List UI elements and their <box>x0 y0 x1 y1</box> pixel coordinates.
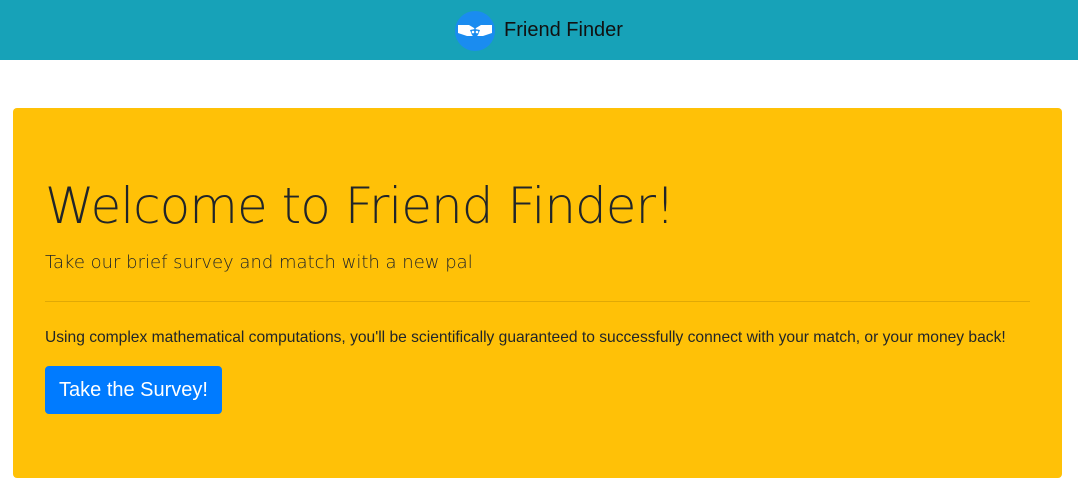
page-title: Welcome to Friend Finder! <box>45 177 675 235</box>
navbar: Friend Finder <box>0 0 1078 60</box>
description-text: Using complex mathematical computations,… <box>45 329 1006 346</box>
handshake-icon <box>455 11 496 51</box>
brand-label: Friend Finder <box>504 18 623 41</box>
divider <box>45 301 1030 302</box>
welcome-jumbotron: Welcome to Friend Finder! Take our brief… <box>13 108 1062 478</box>
take-survey-button[interactable]: Take the Survey! <box>45 366 222 414</box>
lead-subtitle: Take our brief survey and match with a n… <box>45 252 473 273</box>
navbar-brand[interactable]: Friend Finder <box>455 9 623 51</box>
